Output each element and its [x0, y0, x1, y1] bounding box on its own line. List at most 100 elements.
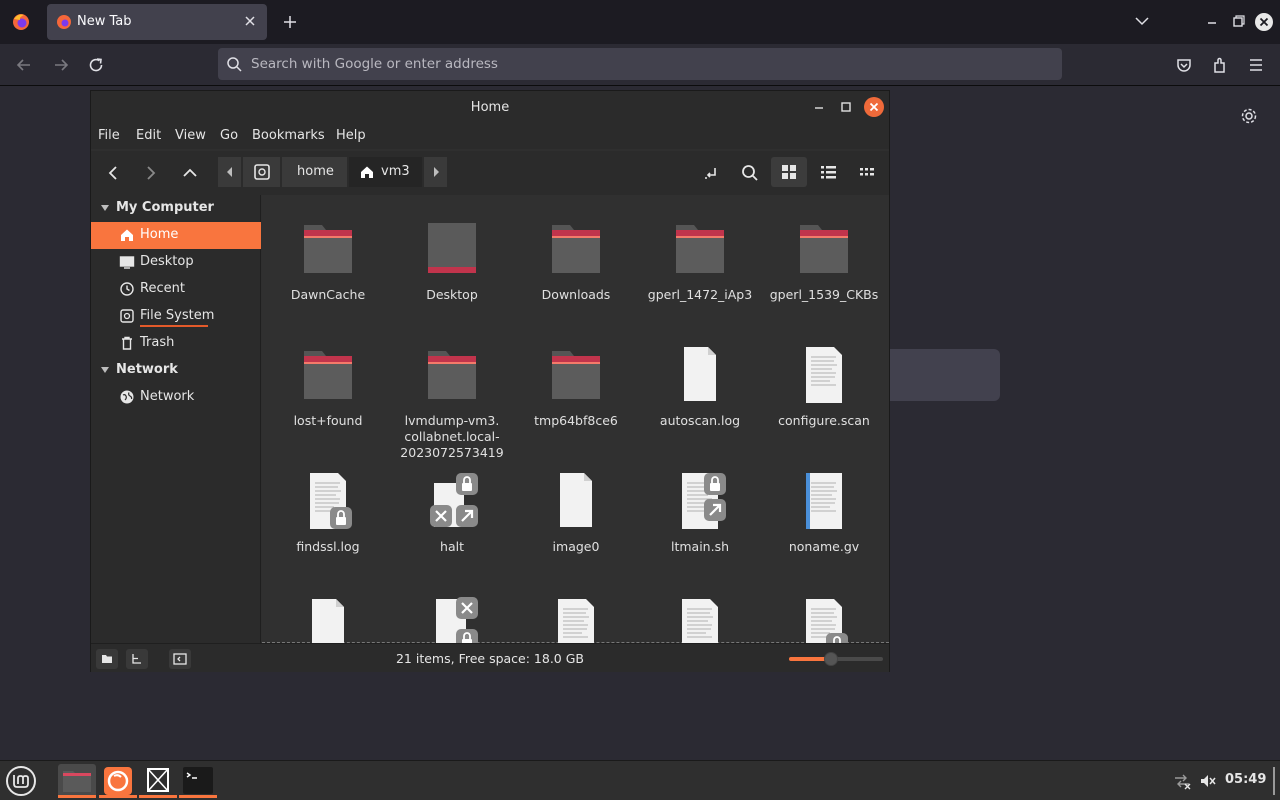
- folder-item[interactable]: lvmdump-vm3. collabnet.local- 2023072573…: [390, 329, 510, 460]
- zoom-slider[interactable]: [789, 652, 883, 666]
- folder-icon: [428, 223, 476, 273]
- file-item[interactable]: [266, 581, 386, 643]
- reload-icon[interactable]: [85, 54, 107, 76]
- clock[interactable]: 05:49: [1225, 772, 1266, 787]
- menu-file[interactable]: File: [98, 128, 120, 143]
- newtab-settings-icon[interactable]: [1239, 106, 1259, 126]
- breadcrumb-home[interactable]: home: [282, 157, 348, 187]
- breadcrumb-vm3[interactable]: vm3: [349, 157, 423, 187]
- sidebar-item-label: Network: [140, 389, 195, 404]
- breadcrumb-scroll-right[interactable]: [424, 157, 448, 187]
- forward-icon[interactable]: [140, 162, 162, 184]
- file-item[interactable]: [638, 581, 758, 643]
- forward-icon[interactable]: [50, 54, 72, 76]
- new-tab-icon[interactable]: [280, 12, 300, 32]
- taskbar-terminal[interactable]: [179, 764, 217, 798]
- taskbar-window-manager[interactable]: [139, 764, 177, 798]
- file-item[interactable]: noname.gv: [762, 455, 882, 575]
- compact-view-button[interactable]: [849, 157, 885, 187]
- file-item[interactable]: halt: [390, 455, 510, 575]
- up-icon[interactable]: [179, 162, 201, 184]
- sidebar-item-trash[interactable]: Trash: [91, 330, 261, 357]
- firefox-icon: [104, 767, 132, 795]
- file-item[interactable]: configure.scan: [762, 329, 882, 449]
- file-item[interactable]: ltmain.sh: [638, 455, 758, 575]
- breadcrumb-scroll-left[interactable]: [218, 157, 242, 187]
- hamburger-menu-icon[interactable]: [1246, 55, 1266, 75]
- network-disconnected-icon[interactable]: [1173, 772, 1191, 790]
- back-icon[interactable]: [13, 54, 35, 76]
- folder-item[interactable]: tmp64bf8ce6: [514, 329, 634, 449]
- taskbar-files[interactable]: [58, 764, 96, 798]
- desktop-icon: [119, 256, 135, 269]
- file-item[interactable]: [762, 581, 882, 643]
- browser-navigation-bar: Search with Google or enter address: [0, 44, 1280, 86]
- sidebar-item-home[interactable]: Home: [91, 222, 261, 249]
- sidebar-section-network[interactable]: Network: [91, 358, 261, 382]
- window-titlebar[interactable]: Home: [91, 91, 889, 123]
- close-browser-icon[interactable]: [1254, 12, 1274, 32]
- icon-view-button[interactable]: [771, 157, 807, 187]
- browser-tab[interactable]: New Tab: [47, 4, 267, 40]
- taskbar-firefox[interactable]: [99, 764, 137, 798]
- sidebar-item-network[interactable]: Network: [91, 384, 261, 411]
- file-name: configure.scan: [778, 413, 870, 428]
- sidebar-item-desktop[interactable]: Desktop: [91, 249, 261, 276]
- folder-item[interactable]: gperl_1539_CKBs: [762, 203, 882, 323]
- folder-item[interactable]: Desktop: [390, 203, 510, 323]
- list-all-tabs-icon[interactable]: [1133, 12, 1151, 30]
- file-item[interactable]: autoscan.log: [638, 329, 758, 449]
- sidebar-item-recent[interactable]: Recent: [91, 276, 261, 303]
- volume-muted-icon[interactable]: [1199, 772, 1217, 790]
- document-icon: [806, 473, 842, 529]
- sidebar-item-file-system[interactable]: File System: [91, 303, 261, 330]
- folder-item[interactable]: Downloads: [514, 203, 634, 323]
- restore-browser-icon[interactable]: [1228, 12, 1248, 32]
- expand-arrow-icon: [101, 205, 109, 211]
- file-name: gperl_1472_iAp3: [647, 287, 753, 302]
- folder-item[interactable]: lost+found: [266, 329, 386, 449]
- minimize-browser-icon[interactable]: [1202, 12, 1222, 32]
- close-tab-icon[interactable]: [241, 12, 259, 30]
- maximize-icon[interactable]: [838, 99, 854, 115]
- list-view-button[interactable]: [810, 157, 846, 187]
- menu-bookmarks[interactable]: Bookmarks: [252, 128, 325, 143]
- sidebar-section-my-computer[interactable]: My Computer: [91, 196, 261, 220]
- folder-item[interactable]: DawnCache: [266, 203, 386, 323]
- menu-edit[interactable]: Edit: [136, 128, 161, 143]
- close-window-button[interactable]: [864, 97, 884, 117]
- firefox-menu-icon[interactable]: [10, 11, 32, 33]
- url-bar[interactable]: Search with Google or enter address: [218, 48, 1062, 80]
- file-item[interactable]: findssl.log: [266, 455, 386, 575]
- file-item[interactable]: [390, 581, 510, 643]
- toggle-location-icon[interactable]: [700, 162, 722, 184]
- menu-help[interactable]: Help: [336, 128, 366, 143]
- browser-tab-bar: New Tab: [0, 0, 1280, 44]
- breadcrumb-home-label: home: [297, 164, 334, 179]
- back-icon[interactable]: [102, 162, 124, 184]
- document-icon: [310, 473, 352, 529]
- file-name: Desktop: [426, 287, 478, 302]
- search-icon[interactable]: [739, 162, 761, 184]
- folder-icon: [552, 351, 600, 399]
- menu-view[interactable]: View: [175, 128, 206, 143]
- minimize-icon[interactable]: [811, 99, 827, 115]
- show-desktop-button[interactable]: [1273, 767, 1275, 795]
- firefox-favicon-icon: [57, 15, 71, 29]
- menu-go[interactable]: Go: [220, 128, 238, 143]
- taskbar: 05:49: [0, 760, 1280, 800]
- extensions-icon[interactable]: [1210, 55, 1230, 75]
- file-item[interactable]: [514, 581, 634, 643]
- newtab-shortcut-tile[interactable]: [880, 349, 1000, 401]
- pocket-icon[interactable]: [1174, 55, 1194, 75]
- file-item[interactable]: image0: [514, 455, 634, 575]
- active-indicator: [58, 795, 96, 798]
- tab-title: New Tab: [77, 14, 132, 29]
- mint-menu-icon[interactable]: [5, 765, 37, 797]
- file-name: noname.gv: [788, 539, 860, 554]
- file-view[interactable]: DawnCache Desktop Downloads gperl_1472_iAp3…: [262, 195, 889, 643]
- breadcrumb-root[interactable]: [243, 157, 281, 187]
- trash-icon: [122, 336, 132, 350]
- folder-item[interactable]: gperl_1472_iAp3: [638, 203, 758, 323]
- home-icon: [361, 166, 373, 178]
